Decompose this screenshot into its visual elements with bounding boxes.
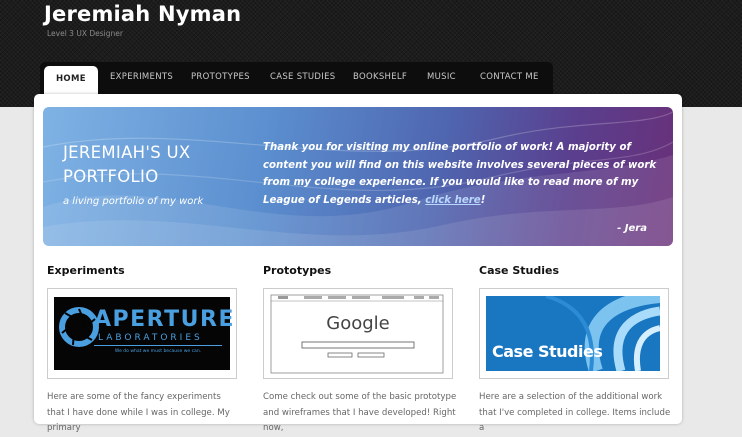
aperture-logo: APERTURE LABORATORIES We do what we must… [54,297,233,370]
prototypes-thumbnail[interactable]: Google [263,288,453,379]
content-panel: JEREMIAH'S UX PORTFOLIO a living portfol… [34,94,682,433]
experiments-thumbnail[interactable]: APERTURE LABORATORIES We do what we must… [47,288,237,379]
experiments-heading[interactable]: Experiments [47,264,239,277]
nav-item-bookshelf[interactable]: BOOKSHELF [353,72,407,82]
prototypes-heading[interactable]: Prototypes [263,264,455,277]
site-subtitle: Level 3 UX Designer [47,29,123,38]
experiments-section: Experiments APERTURE LABORATORIES We do … [47,264,239,433]
logo-divider [94,345,222,346]
experiments-description: Here are some of the fancy experiments t… [47,392,230,433]
prototypes-description: Come check out some of the basic prototy… [263,392,457,433]
banner-title: JEREMIAH'S UX PORTFOLIO [63,143,191,186]
google-logo-text: Google [326,313,390,334]
aperture-logo-subtext: LABORATORIES [98,333,203,343]
aperture-logo-text: APERTURE [94,307,235,332]
nav-item-home[interactable]: HOME [44,66,98,96]
banner-text-end: ! [480,194,486,206]
banner-text: Thank you for visiting my online portfol… [263,139,663,209]
league-articles-link[interactable]: click here [425,195,480,206]
site-title[interactable]: Jeremiah Nyman [44,2,241,26]
case-studies-description: Here are a selection of the additional w… [479,392,671,433]
case-studies-heading[interactable]: Case Studies [479,264,671,277]
banner-signature: - Jera [617,223,647,234]
banner-subtitle: a living portfolio of my work [63,196,204,207]
case-studies-graphic: Case Studies [486,296,660,371]
site-header: Jeremiah Nyman Level 3 UX Designer HOME … [0,0,742,107]
main-nav: HOME EXPERIMENTS PROTOTYPES CASE STUDIES… [40,62,553,96]
prototypes-section: Prototypes Google Come check out some of… [263,264,456,433]
nav-item-experiments[interactable]: EXPERIMENTS [110,72,173,82]
case-studies-section: Case Studies Case Studies Here are a sel… [479,264,671,433]
aperture-icon [59,307,99,347]
nav-item-music[interactable]: MUSIC [427,72,456,82]
case-studies-graphic-text: Case Studies [492,342,603,361]
aperture-tagline: We do what we must because we can. [114,349,202,354]
nav-item-case-studies[interactable]: CASE STUDIES [270,72,335,82]
nav-item-contact-me[interactable]: CONTACT ME [480,72,539,82]
nav-item-prototypes[interactable]: PROTOTYPES [191,72,250,82]
case-studies-thumbnail[interactable]: Case Studies [479,288,669,379]
hero-banner: JEREMIAH'S UX PORTFOLIO a living portfol… [43,107,673,246]
